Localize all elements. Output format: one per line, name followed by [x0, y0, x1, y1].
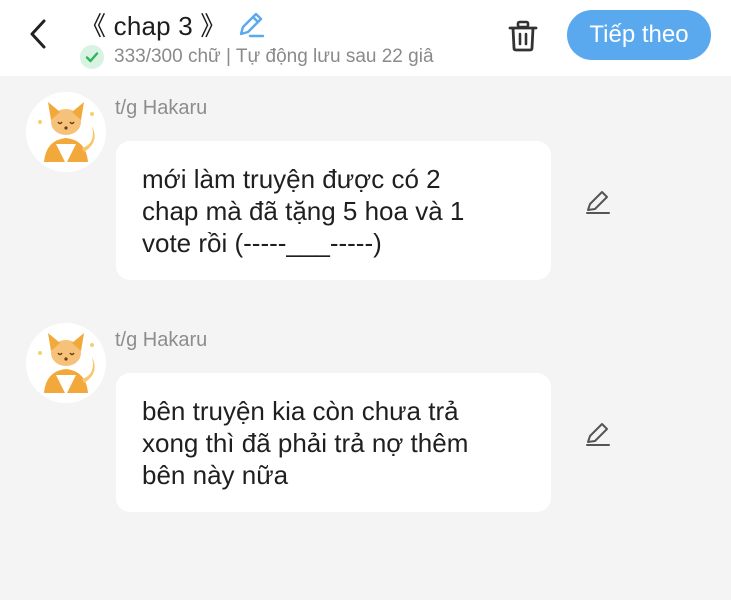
message-line: chap mà đã tặng 5 hoa và 1: [142, 196, 465, 226]
chapter-title[interactable]: 《 chap 3 》: [80, 6, 227, 43]
message-bubble[interactable]: mới làm truyện được có 2 chap mà đã tặng…: [116, 141, 551, 280]
edit-title-button[interactable]: [235, 8, 267, 40]
word-count-autosave-text: 333/300 chữ | Tự động lưu sau 22 giâ: [114, 46, 434, 67]
delete-button[interactable]: [503, 16, 543, 56]
message-line: xong thì đã phải trả nợ thêm: [142, 428, 469, 458]
title-row: 《 chap 3 》: [80, 6, 267, 42]
author-avatar[interactable]: [26, 92, 106, 172]
chevron-left-icon: [30, 19, 46, 49]
top-bar: 《 chap 3 》 333/300 chữ | Tự động lưu sau…: [0, 0, 731, 76]
message-line: bên truyện kia còn chưa trả: [142, 396, 459, 426]
fox-avatar-icon: [26, 92, 106, 172]
pencil-icon: [239, 12, 264, 38]
next-button[interactable]: Tiếp theo: [567, 10, 711, 60]
fox-avatar-icon: [26, 323, 106, 403]
pencil-icon: [586, 423, 610, 446]
pencil-icon: [586, 191, 610, 214]
edit-message-button[interactable]: [581, 184, 615, 218]
trash-icon: [508, 20, 538, 52]
author-avatar[interactable]: [26, 323, 106, 403]
message-bubble[interactable]: bên truyện kia còn chưa trả xong thì đã …: [116, 373, 551, 512]
message-line: vote rồi (-----___-----): [142, 228, 382, 258]
check-icon: [80, 45, 104, 69]
author-name: t/g Hakaru: [115, 329, 208, 351]
edit-message-button[interactable]: [581, 416, 615, 450]
message-line: mới làm truyện được có 2: [142, 164, 441, 194]
save-status: 333/300 chữ | Tự động lưu sau 22 giâ: [80, 44, 476, 70]
message-line: bên này nữa: [142, 460, 289, 490]
back-button[interactable]: [22, 16, 56, 52]
author-name: t/g Hakaru: [115, 97, 208, 119]
